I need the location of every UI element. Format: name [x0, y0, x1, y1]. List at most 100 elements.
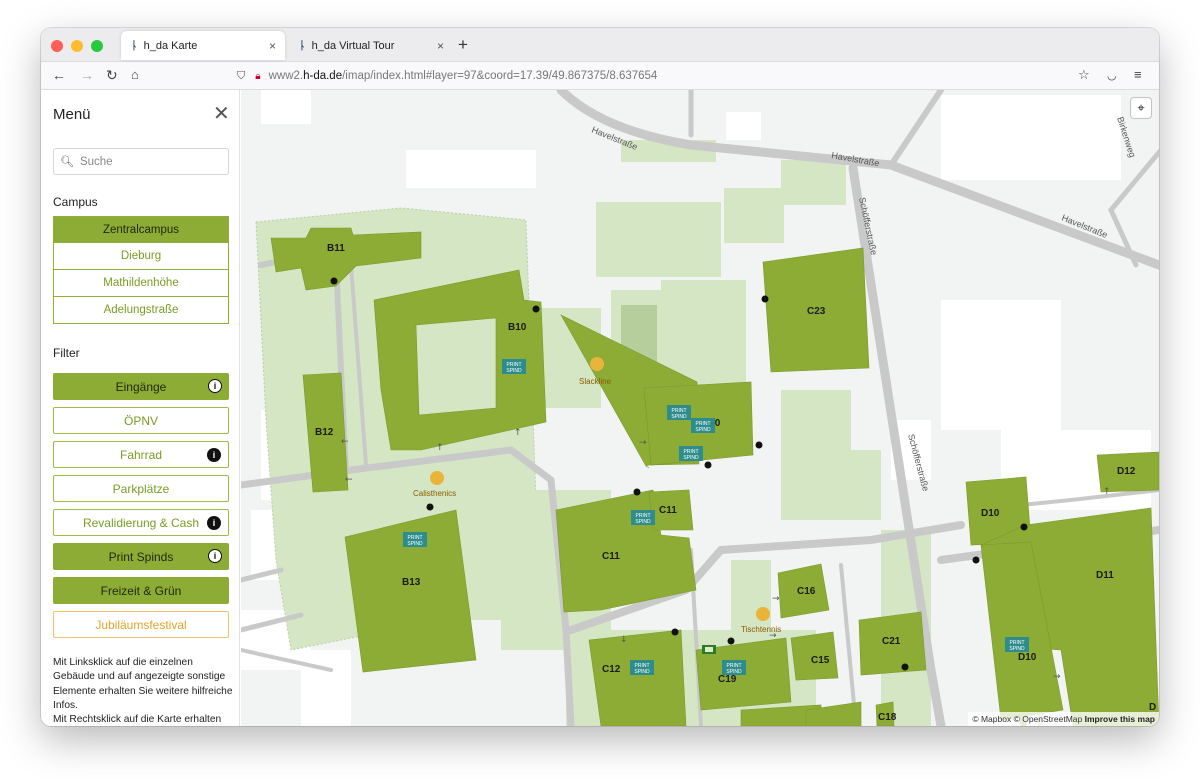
- filter-label: Eingänge: [115, 379, 167, 394]
- svg-text:SPIND: SPIND: [683, 455, 699, 461]
- help-text-line1: Mit Linksklick auf die einzelnen Gebäude…: [53, 657, 233, 711]
- filter-eingaenge-button[interactable]: Eingänge i: [53, 373, 229, 400]
- svg-text:→: →: [772, 594, 780, 604]
- filter-revalidierung-cash-button[interactable]: Revalidierung & Cash i: [53, 509, 229, 536]
- filter-print-spinds-button[interactable]: Print Spinds i: [53, 543, 229, 570]
- svg-text:SPIND: SPIND: [635, 519, 651, 525]
- building-label-c23: C23: [807, 306, 826, 317]
- campus-adelungstrasse-button[interactable]: Adelungstraße: [53, 297, 229, 324]
- pocket-icon[interactable]: ◡: [1107, 69, 1117, 82]
- filter-oepnv-button[interactable]: ÖPNV: [53, 407, 229, 434]
- entrance-marker[interactable]: [330, 277, 338, 285]
- entrance-marker[interactable]: [761, 295, 769, 303]
- svg-text:←: ←: [341, 437, 349, 447]
- campus-dieburg-button[interactable]: Dieburg: [53, 243, 229, 270]
- tab-close-icon[interactable]: ×: [437, 39, 444, 53]
- filter-label: Revalidierung & Cash: [82, 515, 200, 530]
- campus-heading: Campus: [53, 195, 98, 209]
- shield-icon: ⛉: [237, 69, 246, 82]
- filter-heading: Filter: [53, 346, 80, 360]
- building-label-c11-small: C11: [659, 505, 677, 516]
- filter-label: Jubiläumsfestival: [95, 617, 187, 632]
- entrance-marker[interactable]: [1020, 523, 1028, 531]
- url-host: h-da.de: [303, 70, 343, 82]
- new-tab-button[interactable]: +: [458, 35, 468, 55]
- entrance-marker[interactable]: [704, 461, 712, 469]
- hda-favicon-icon: ᚿ: [131, 39, 138, 52]
- print-spind-marker[interactable]: PRINTSPIND: [1005, 637, 1029, 652]
- filter-label: Parkplätze: [112, 481, 170, 496]
- campus-mathildenhoehe-button[interactable]: Mathildenhöhe: [53, 270, 229, 297]
- search-input[interactable]: 🔍︎ Suche: [53, 148, 229, 175]
- building-label-b10: B10: [508, 322, 527, 333]
- entrance-marker[interactable]: [633, 488, 641, 496]
- entrance-marker[interactable]: [426, 503, 434, 511]
- filter-jubilaeumsfestival-button[interactable]: Jubiläumsfestival: [53, 611, 229, 638]
- filter-freizeit-gruen-button[interactable]: Freizeit & Grün: [53, 577, 229, 604]
- building-label-c15: C15: [811, 655, 830, 666]
- help-text: Mit Linksklick auf die einzelnen Gebäude…: [53, 656, 233, 726]
- poi-label-calisthenics: Calisthenics: [413, 489, 456, 498]
- info-icon[interactable]: i: [207, 516, 221, 530]
- forward-icon[interactable]: →: [80, 67, 94, 83]
- svg-text:SPIND: SPIND: [407, 541, 423, 547]
- entrance-marker[interactable]: [755, 441, 763, 449]
- entrance-marker[interactable]: [727, 637, 735, 645]
- home-icon[interactable]: ⌂: [131, 67, 139, 82]
- info-icon[interactable]: i: [208, 379, 222, 393]
- print-spind-marker[interactable]: PRINTSPIND: [630, 660, 654, 675]
- building-label-d10: D10: [981, 508, 1000, 519]
- filter-parkplaetze-button[interactable]: Parkplätze: [53, 475, 229, 502]
- info-icon[interactable]: i: [208, 549, 222, 563]
- building-label-d10-lower: D10: [1018, 652, 1037, 663]
- search-icon: 🔍︎: [60, 156, 74, 168]
- back-icon[interactable]: ←: [52, 67, 66, 83]
- entrance-marker[interactable]: [671, 628, 679, 636]
- print-spind-marker[interactable]: PRINTSPIND: [679, 446, 703, 461]
- print-spind-marker[interactable]: PRINTSPIND: [722, 660, 746, 675]
- menu-hamburger-icon[interactable]: ≡: [1134, 67, 1142, 82]
- bookmark-star-icon[interactable]: ☆: [1078, 67, 1090, 83]
- svg-text:SPIND: SPIND: [1009, 646, 1025, 652]
- tab-hda-karte[interactable]: ᚿ h_da Karte ×: [121, 31, 285, 60]
- minimize-window-button[interactable]: [71, 40, 83, 52]
- locate-me-icon[interactable]: ⌖: [1131, 98, 1151, 118]
- entrance-marker[interactable]: [532, 305, 540, 313]
- print-spind-marker[interactable]: PRINTSPIND: [403, 532, 427, 547]
- svg-text:SPIND: SPIND: [506, 368, 522, 374]
- tab-close-icon[interactable]: ×: [269, 39, 276, 53]
- print-spind-marker[interactable]: PRINTSPIND: [691, 418, 715, 433]
- attribution-mapbox-link[interactable]: © Mapbox: [972, 714, 1011, 724]
- hda-favicon-icon: ᚿ: [299, 39, 306, 52]
- filter-label: Freizeit & Grün: [100, 583, 182, 598]
- print-spind-marker[interactable]: PRINTSPIND: [502, 359, 526, 374]
- tab-virtual-tour[interactable]: ᚿ h_da Virtual Tour ×: [289, 31, 453, 60]
- sidebar-menu: Menü ✕ 🔍︎ Suche Campus Zentralcampus Die…: [41, 90, 240, 726]
- help-text-line2: Mit Rechtsklick auf die Karte erhalten: [53, 714, 222, 726]
- attribution-osm-link[interactable]: © OpenStreetMap: [1014, 714, 1083, 724]
- close-sidebar-icon[interactable]: ✕: [213, 101, 230, 126]
- svg-text:←: ←: [345, 475, 353, 485]
- building-label-c21: C21: [882, 636, 901, 647]
- improve-map-link[interactable]: Improve this map: [1085, 714, 1155, 724]
- url-prefix: www2.: [268, 70, 304, 82]
- maximize-window-button[interactable]: [91, 40, 103, 52]
- print-spind-marker[interactable]: PRINTSPIND: [631, 510, 655, 525]
- poi-label-slackline: Slackline: [579, 377, 612, 386]
- entrance-marker[interactable]: [972, 556, 980, 564]
- info-icon[interactable]: i: [207, 448, 221, 462]
- filter-label: Print Spinds: [108, 549, 174, 564]
- browser-window: ᚿ h_da Karte × ᚿ h_da Virtual Tour × + ←…: [41, 28, 1159, 726]
- print-spind-marker[interactable]: PRINTSPIND: [667, 405, 691, 420]
- campus-zentralcampus-button[interactable]: Zentralcampus: [53, 216, 229, 243]
- campus-map[interactable]: B11 B10 B12 B13 C23 C10 C11 C11 C16 C15 …: [241, 90, 1159, 726]
- tab-bar: ᚿ h_da Karte × ᚿ h_da Virtual Tour × +: [41, 28, 1159, 62]
- building-label-c19: C19: [718, 674, 737, 685]
- svg-text:→: →: [1053, 672, 1061, 682]
- entrance-marker[interactable]: [901, 663, 909, 671]
- url-bar[interactable]: ⛉ 🔒︎ www2. h-da.de/imap/index.html#layer=…: [237, 65, 1097, 87]
- close-window-button[interactable]: [51, 40, 63, 52]
- filter-fahrrad-button[interactable]: Fahrrad i: [53, 441, 229, 468]
- map-canvas[interactable]: B11 B10 B12 B13 C23 C10 C11 C11 C16 C15 …: [241, 90, 1159, 726]
- reload-icon[interactable]: ↻: [106, 67, 118, 84]
